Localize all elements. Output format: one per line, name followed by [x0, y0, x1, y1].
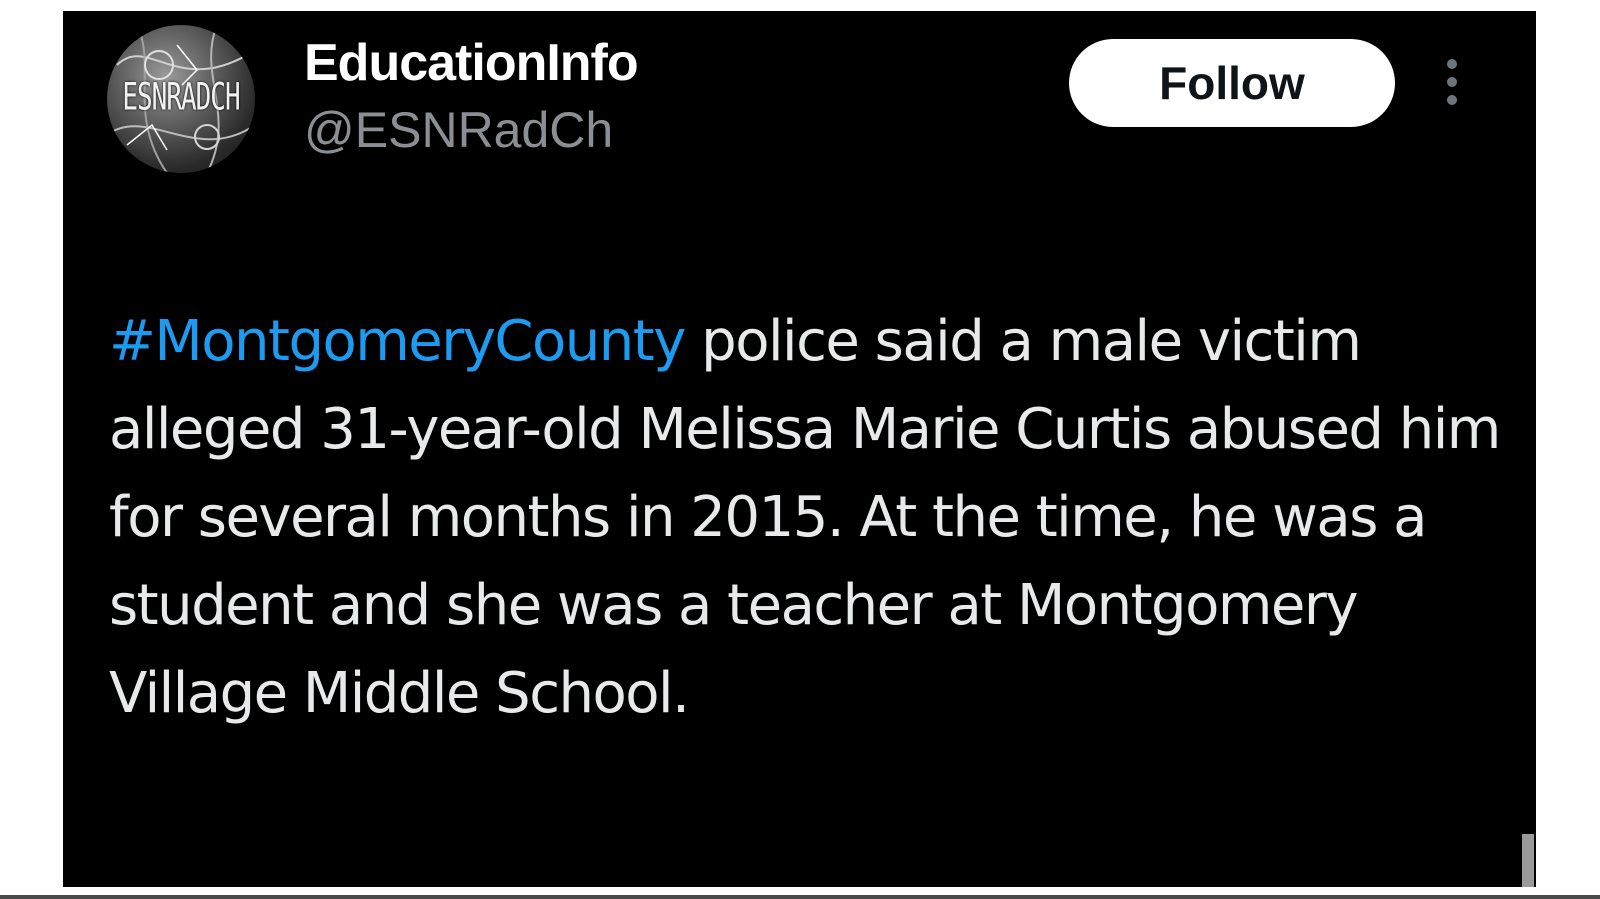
tweet-text: #MontgomeryCounty police said a male vic… [109, 298, 1514, 738]
avatar[interactable]: ESNRADCH [107, 25, 255, 173]
more-dot [1447, 77, 1457, 87]
hashtag-link[interactable]: #MontgomeryCounty [109, 309, 686, 374]
tweet-card: ESNRADCH EducationInfo @ESNRadCh Follow … [63, 11, 1536, 887]
avatar-logo-text: ESNRADCH [122, 76, 240, 120]
display-name[interactable]: EducationInfo [304, 33, 639, 93]
user-handle[interactable]: @ESNRadCh [304, 101, 613, 159]
follow-button[interactable]: Follow [1069, 39, 1395, 127]
scrollbar[interactable] [1522, 834, 1534, 887]
bottom-divider [0, 895, 1600, 899]
more-dot [1447, 95, 1457, 105]
more-dot [1447, 59, 1457, 69]
more-vertical-icon[interactable] [1439, 59, 1465, 111]
